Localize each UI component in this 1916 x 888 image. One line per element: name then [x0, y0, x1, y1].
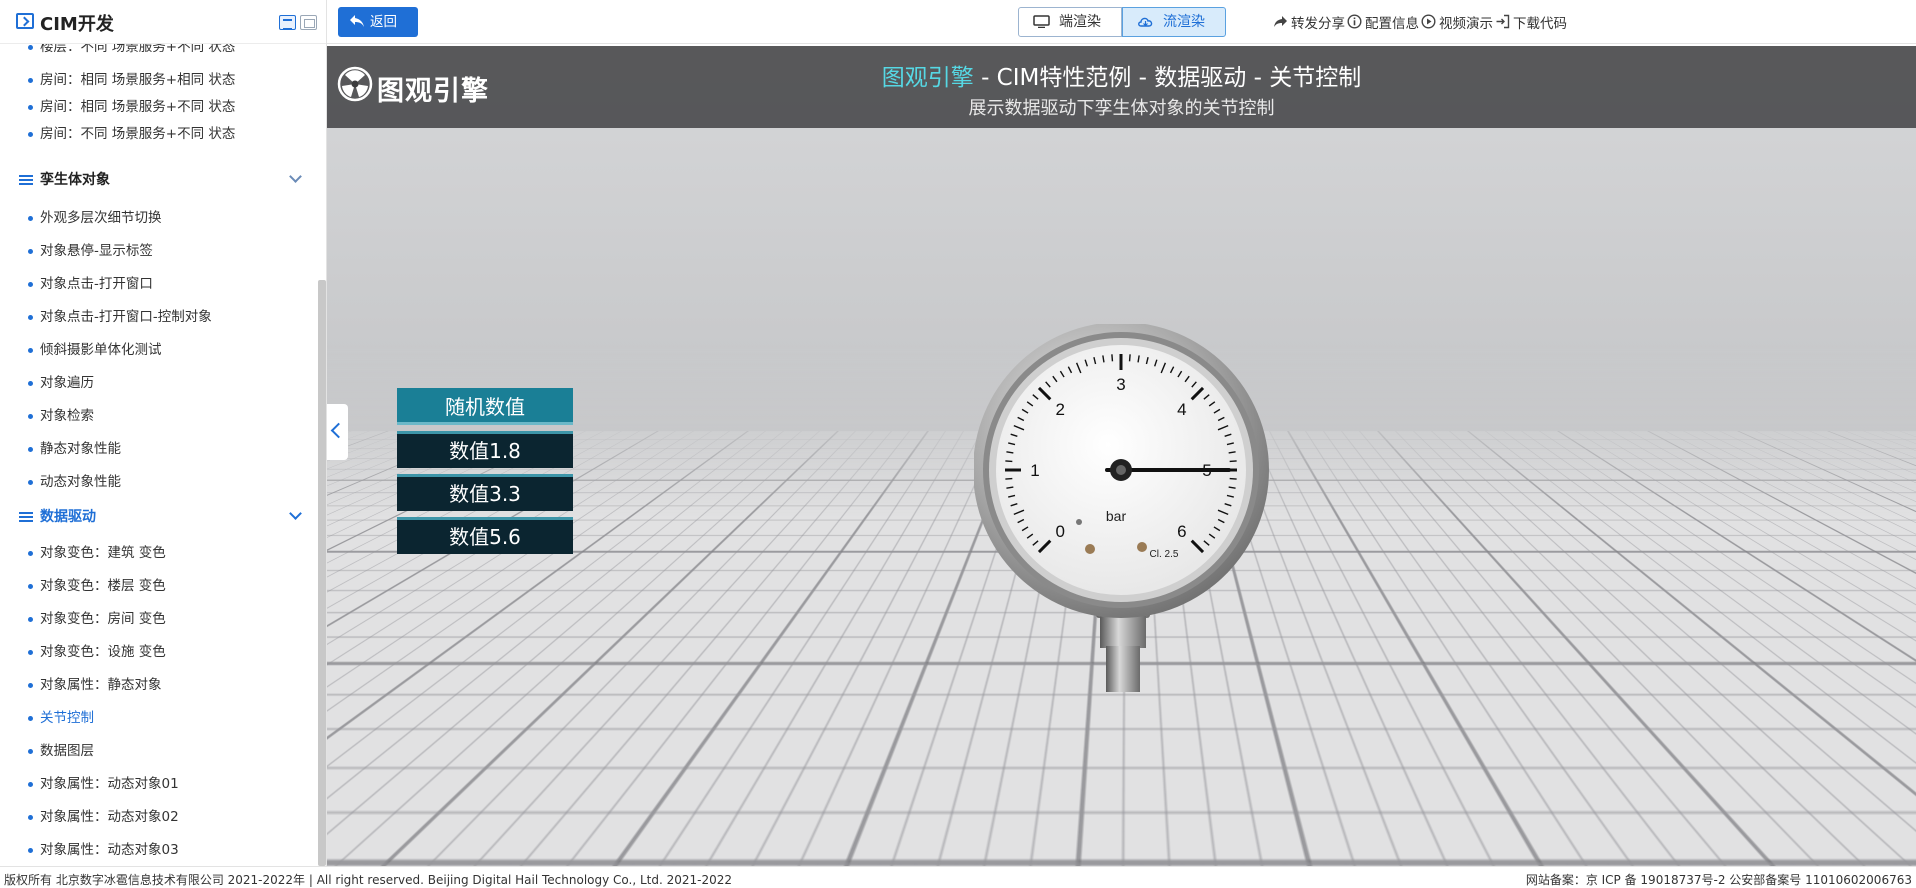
- monitor-icon: [1033, 15, 1050, 28]
- sidebar-item[interactable]: 静态对象性能: [0, 433, 318, 466]
- gauge-tick-label: 4: [1177, 400, 1186, 419]
- sidebar-item[interactable]: 对象变色：楼层 变色: [0, 570, 318, 603]
- terminal-icon: [16, 13, 34, 29]
- viewer-footer: 基于图观™数字孪生应用开发引擎构建 https://www.tuguan.net…: [327, 842, 1916, 866]
- gauge-tick: [1229, 477, 1237, 480]
- gauge-tick-label: 0: [1055, 522, 1064, 541]
- gauge-tick: [1229, 460, 1237, 463]
- share-icon: [1274, 16, 1287, 27]
- sidebar-item[interactable]: 对象点击-打开窗口-控制对象: [0, 301, 318, 334]
- video-link[interactable]: 视频演示: [1421, 12, 1493, 32]
- sidebar-item[interactable]: 对象属性：动态对象01: [0, 768, 318, 801]
- client-render-label: 端渲染: [1059, 14, 1101, 30]
- back-label: 返回: [370, 14, 397, 30]
- top-toolbar: 返回 端渲染 流渲染 转发分享 配置信息 视频演示 下载代码: [327, 0, 1916, 44]
- gauge-tick-label: 1: [1030, 461, 1039, 480]
- sidebar-group-label: 孪生体对象: [40, 172, 110, 188]
- sidebar-item[interactable]: 对象属性：静态对象: [0, 669, 318, 702]
- list-icon: [19, 512, 33, 523]
- sidebar-item[interactable]: 楼层：不同 场景服务+不同 状态: [0, 44, 318, 64]
- pressure-gauge[interactable]: 0123456 bar Cl. 2.5: [974, 324, 1274, 776]
- value-5-6-button[interactable]: 数值5.6: [397, 517, 573, 554]
- sidebar-item[interactable]: 对象变色：建筑 变色: [0, 537, 318, 570]
- gauge-tick: [1128, 354, 1131, 362]
- sidebar-item[interactable]: 对象属性：动态对象03: [0, 834, 318, 866]
- gauge-tick-label: 3: [1116, 375, 1125, 394]
- scene-viewport[interactable]: 图观引擎 图观引擎 - CIM特性范例 - 数据驱动 - 关节控制 展示数据驱动…: [327, 46, 1916, 866]
- stream-render-label: 流渲染: [1163, 14, 1205, 30]
- download-icon: [1496, 14, 1510, 29]
- sidebar-item[interactable]: 外观多层次细节切换: [0, 202, 318, 235]
- viewer-header: 图观引擎 图观引擎 - CIM特性范例 - 数据驱动 - 关节控制 展示数据驱动…: [327, 46, 1916, 128]
- sidebar-item[interactable]: 对象遍历: [0, 367, 318, 400]
- sidebar-item[interactable]: 房间：不同 场景服务+不同 状态: [0, 118, 318, 151]
- config-link[interactable]: 配置信息: [1347, 12, 1419, 32]
- back-arrow-icon: [350, 15, 364, 27]
- sidebar-item[interactable]: 数据图层: [0, 735, 318, 768]
- app-title: CIM开发: [40, 14, 114, 35]
- list-icon: [19, 175, 33, 186]
- card-view-icon[interactable]: [300, 15, 317, 30]
- status-bar: 版权所有 北京数字冰雹信息技术有限公司 2021-2022年 | All rig…: [0, 866, 1916, 888]
- info-icon: [1347, 14, 1362, 29]
- sidebar-group-label: 数据驱动: [40, 509, 96, 525]
- sidebar: CIM开发 楼层：不同 场景服务+不同 状态 房间：相同 场景服务+相同 状态 …: [0, 0, 327, 866]
- gauge-tick: [1005, 477, 1013, 480]
- sidebar-scrollbar[interactable]: [318, 280, 326, 866]
- gauge-class-label: Cl. 2.5: [1150, 549, 1179, 560]
- sidebar-header: CIM开发: [0, 0, 326, 44]
- copyright-text: 版权所有 北京数字冰雹信息技术有限公司 2021-2022年 | All rig…: [4, 873, 733, 887]
- viewer-title: 图观引擎 - CIM特性范例 - 数据驱动 - 关节控制: [881, 65, 1362, 91]
- share-link[interactable]: 转发分享: [1273, 12, 1345, 32]
- sidebar-group-data[interactable]: 数据驱动: [0, 499, 318, 535]
- chevron-down-icon: [289, 170, 302, 183]
- cloud-icon: [1138, 17, 1153, 27]
- config-label: 配置信息: [1365, 16, 1419, 32]
- sidebar-group-twin[interactable]: 孪生体对象: [0, 162, 318, 198]
- footer-copyright: 版权所有 北京数字冰雹信息技术有限公司: [1685, 848, 1906, 862]
- sidebar-item[interactable]: 对象检索: [0, 400, 318, 433]
- gauge-unit: bar: [1106, 508, 1127, 524]
- viewer-subtitle: 展示数据驱动下孪生体对象的关节控制: [968, 98, 1275, 119]
- sidebar-item[interactable]: 倾斜摄影单体化测试: [0, 334, 318, 367]
- download-label: 下载代码: [1513, 16, 1567, 32]
- random-value-button[interactable]: 随机数值: [397, 388, 573, 425]
- footer-credit: 基于图观™数字孪生应用开发引擎构建 https://www.tuguan.net: [337, 848, 707, 862]
- value-1-8-button[interactable]: 数值1.8: [397, 431, 573, 468]
- back-button[interactable]: 返回: [338, 7, 418, 37]
- play-icon: [1421, 14, 1436, 29]
- chevron-down-icon: [289, 507, 302, 520]
- sidebar-item[interactable]: 动态对象性能: [0, 466, 318, 499]
- collapse-sidebar-toggle[interactable]: [327, 404, 348, 460]
- video-label: 视频演示: [1439, 16, 1493, 32]
- download-link[interactable]: 下载代码: [1495, 12, 1567, 32]
- gauge-tick: [1111, 354, 1114, 362]
- icp-record-link[interactable]: 网站备案：京 ICP 备 19018737号-2 公安部备案号 11010602…: [1526, 871, 1912, 888]
- sidebar-item[interactable]: 对象悬停-显示标签: [0, 235, 318, 268]
- sidebar-menu: 楼层：不同 场景服务+不同 状态 房间：相同 场景服务+相同 状态 房间：相同 …: [0, 44, 326, 866]
- share-label: 转发分享: [1291, 16, 1345, 32]
- stream-render-tab[interactable]: 流渲染: [1122, 7, 1226, 37]
- sidebar-item[interactable]: 对象点击-打开窗口: [0, 268, 318, 301]
- sidebar-item[interactable]: 对象属性：动态对象02: [0, 801, 318, 834]
- gauge-tick: [1005, 460, 1013, 463]
- client-render-tab[interactable]: 端渲染: [1018, 7, 1122, 37]
- value-3-3-button[interactable]: 数值3.3: [397, 474, 573, 511]
- sidebar-item-active[interactable]: 关节控制: [0, 702, 318, 735]
- gauge-tick-label: 6: [1177, 522, 1186, 541]
- sidebar-item[interactable]: 对象变色：设施 变色: [0, 636, 318, 669]
- list-view-icon[interactable]: [279, 15, 296, 30]
- sidebar-item[interactable]: 对象变色：房间 变色: [0, 603, 318, 636]
- gauge-tick-label: 2: [1055, 400, 1064, 419]
